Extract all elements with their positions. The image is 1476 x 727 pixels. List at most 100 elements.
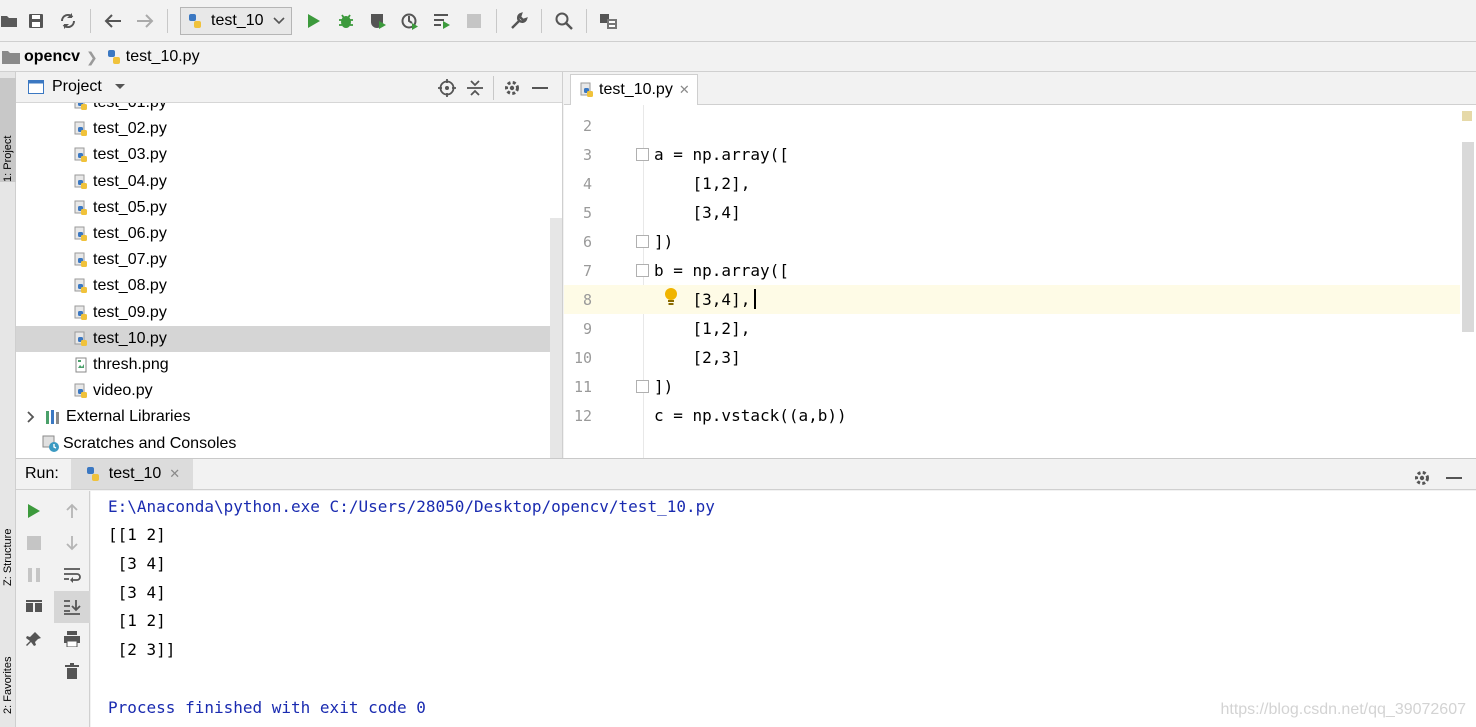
tree-item-label: test_04.py — [93, 172, 167, 190]
wrench-icon[interactable] — [503, 5, 535, 37]
breadcrumb-project[interactable]: opencv — [2, 48, 80, 66]
console-line: [2 3]] — [108, 640, 176, 659]
layout-icon[interactable] — [16, 591, 52, 623]
tree-item-test-04[interactable]: test_04.py — [16, 169, 551, 195]
watermark-text: https://blog.csdn.net/qq_39072607 — [1220, 701, 1466, 718]
code-line: 5 [3,4] — [564, 198, 1460, 227]
chevron-down-icon — [273, 16, 285, 24]
breadcrumb-file[interactable]: test_10.py — [106, 48, 200, 66]
fold-icon[interactable] — [636, 148, 649, 161]
chevron-right-icon[interactable] — [20, 408, 42, 426]
project-panel-title[interactable]: Project — [52, 78, 102, 96]
tree-item-test-01[interactable]: test_01.py — [16, 103, 551, 116]
project-tool-tab[interactable]: 1: Project — [0, 78, 16, 182]
line-number: 7 — [582, 261, 592, 280]
editor-scrollbar[interactable] — [1462, 108, 1474, 332]
print-icon[interactable] — [54, 623, 90, 655]
minimize-icon[interactable] — [1438, 462, 1470, 494]
tree-item-test-10[interactable]: test_10.py — [16, 325, 551, 352]
console-line: Process finished with exit code 0 — [108, 698, 426, 717]
concurrency-icon[interactable] — [426, 5, 458, 37]
python-file-icon — [72, 330, 90, 348]
pin-icon[interactable] — [16, 623, 52, 655]
gear-icon[interactable] — [498, 76, 526, 100]
search-icon[interactable] — [548, 5, 580, 37]
code-text: c = np.vstack((a,b)) — [654, 406, 847, 425]
tree-item-label: test_02.py — [93, 120, 167, 138]
project-window-icon — [28, 80, 44, 94]
forward-icon[interactable] — [129, 5, 161, 37]
pause-icon[interactable] — [16, 559, 52, 591]
console-output[interactable]: E:\Anaconda\python.exe C:/Users/28050/De… — [91, 491, 1476, 727]
arrow-up-icon[interactable] — [54, 495, 90, 527]
fold-icon[interactable] — [636, 264, 649, 277]
tree-item-test-05[interactable]: test_05.py — [16, 195, 551, 221]
project-panel: Project test_01.py t — [16, 72, 563, 458]
favorites-tool-tab[interactable]: 2: Favorites — [0, 614, 16, 714]
line-number: 6 — [582, 232, 592, 251]
code-editor: test_10.py ✕ 2 3 a = np.array([ 4 [1,2],… — [564, 72, 1476, 458]
tree-item-video-py[interactable]: video.py — [16, 378, 551, 404]
sync-icon[interactable] — [52, 5, 84, 37]
line-number: 11 — [573, 377, 592, 396]
profile-icon[interactable] — [394, 5, 426, 37]
tree-item-scratches[interactable]: Scratches and Consoles — [16, 430, 551, 456]
editor-tab-test-10[interactable]: test_10.py ✕ — [570, 74, 698, 105]
left-tool-strip: 1: Project Z: Structure 2: Favorites — [0, 72, 16, 727]
tree-item-test-09[interactable]: test_09.py — [16, 300, 551, 326]
close-icon[interactable]: ✕ — [679, 82, 690, 98]
run-config-label: test_10 — [211, 11, 264, 29]
fold-icon[interactable] — [636, 380, 649, 393]
tree-item-test-03[interactable]: test_03.py — [16, 142, 551, 168]
vcs-icon[interactable] — [593, 5, 625, 37]
code-line: 12 c = np.vstack((a,b)) — [564, 401, 1460, 430]
run-icon[interactable] — [298, 5, 330, 37]
project-tree: test_01.py test_02.py test_03.py test_04… — [16, 103, 562, 458]
tree-item-test-07[interactable]: test_07.py — [16, 247, 551, 273]
run-sidebar — [16, 491, 90, 727]
open-folder-icon[interactable] — [0, 5, 20, 37]
run-tab-test-10[interactable]: test_10 ✕ — [70, 459, 193, 489]
project-tool-tab-label: 1: Project — [2, 135, 14, 182]
back-icon[interactable] — [97, 5, 129, 37]
toolbar-separator — [167, 8, 168, 33]
code-text: b = np.array([ — [654, 261, 789, 280]
python-file-icon — [107, 50, 120, 64]
soft-wrap-icon[interactable] — [54, 559, 90, 591]
structure-tool-tab[interactable]: Z: Structure — [0, 490, 16, 586]
code-line: 11 ]) — [564, 372, 1460, 401]
run-tab-label: test_10 — [108, 465, 162, 482]
gear-icon[interactable] — [1406, 462, 1438, 494]
stop-icon[interactable] — [16, 527, 52, 559]
tree-item-external-libraries[interactable]: External Libraries — [16, 404, 551, 430]
close-icon[interactable]: ✕ — [169, 466, 180, 482]
locate-icon[interactable] — [433, 76, 461, 100]
tree-item-test-06[interactable]: test_06.py — [16, 221, 551, 247]
image-file-icon — [72, 356, 90, 374]
code-area[interactable]: 2 3 a = np.array([ 4 [1,2], 5 [3,4] 6 ])… — [564, 105, 1476, 458]
arrow-down-icon[interactable] — [54, 527, 90, 559]
minimize-icon[interactable] — [526, 76, 554, 100]
tree-item-label: test_06.py — [93, 225, 167, 243]
text-caret — [754, 289, 756, 309]
editor-scroll-thumb[interactable] — [1462, 142, 1474, 332]
project-panel-header: Project — [16, 72, 562, 103]
line-number: 4 — [582, 174, 592, 193]
trash-icon[interactable] — [54, 655, 90, 687]
run-sidebar-right-column — [54, 495, 90, 687]
debug-icon[interactable] — [330, 5, 362, 37]
stop-icon[interactable] — [458, 5, 490, 37]
tree-item-thresh-png[interactable]: thresh.png — [16, 352, 551, 378]
collapse-all-icon[interactable] — [461, 76, 489, 100]
rerun-icon[interactable] — [16, 495, 52, 527]
code-text: ]) — [654, 232, 674, 251]
chevron-down-icon[interactable] — [114, 83, 126, 91]
fold-icon[interactable] — [636, 235, 649, 248]
save-icon[interactable] — [20, 5, 52, 37]
tree-item-test-02[interactable]: test_02.py — [16, 116, 551, 142]
scroll-to-end-icon[interactable] — [54, 591, 90, 623]
project-scrollbar[interactable] — [550, 218, 562, 458]
coverage-icon[interactable] — [362, 5, 394, 37]
tree-item-test-08[interactable]: test_08.py — [16, 273, 551, 299]
run-config-select[interactable]: test_10 — [180, 6, 292, 35]
